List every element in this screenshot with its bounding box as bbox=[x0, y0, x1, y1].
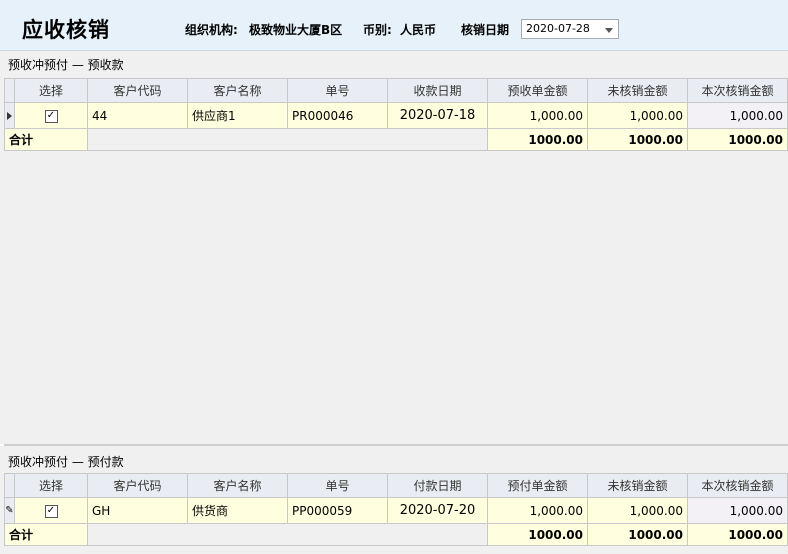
col-customer-code[interactable]: 客户代码 bbox=[87, 78, 188, 103]
total-label: 合计 bbox=[4, 128, 88, 151]
col-select[interactable]: 选择 bbox=[14, 78, 88, 103]
cell-date[interactable]: 2020-07-20 bbox=[387, 497, 488, 524]
receipts-panel: 预收冲预付 — 预收款 选择 客户代码 客户名称 单号 收款日期 预收单金额 未… bbox=[0, 51, 788, 444]
payments-panel: 预收冲预付 — 预付款 选择 客户代码 客户名称 单号 付款日期 预付单金额 未… bbox=[0, 446, 788, 554]
grid-header: 选择 客户代码 客户名称 单号 付款日期 预付单金额 未核销金额 本次核销金额 bbox=[4, 473, 788, 498]
cell-doc-no[interactable]: PR000046 bbox=[287, 102, 388, 129]
col-doc-no[interactable]: 单号 bbox=[287, 473, 388, 498]
cell-customer-code[interactable]: GH bbox=[87, 497, 188, 524]
total-current: 1000.00 bbox=[687, 128, 788, 151]
total-amount: 1000.00 bbox=[487, 128, 588, 151]
cell-current[interactable]: 1,000.00 bbox=[687, 102, 788, 129]
payments-grid: 选择 客户代码 客户名称 单号 付款日期 预付单金额 未核销金额 本次核销金额 … bbox=[4, 473, 788, 546]
total-row: 合计 1000.00 1000.00 1000.00 bbox=[4, 523, 788, 546]
writeoff-date-picker[interactable]: 2020-07-28 bbox=[521, 19, 619, 39]
chevron-down-icon[interactable] bbox=[605, 28, 613, 33]
cell-customer-name[interactable]: 供应商1 bbox=[187, 102, 288, 129]
col-select[interactable]: 选择 bbox=[14, 473, 88, 498]
date-label: 核销日期 bbox=[461, 23, 510, 37]
row-pointer-icon bbox=[4, 102, 15, 129]
table-row[interactable]: ✎ ✓ GH 供货商 PP000059 2020-07-20 1,000.00 … bbox=[4, 497, 788, 524]
header-bar: 应收核销 组织机构: 极致物业大厦B区 币别: 人民币 核销日期 2020-07… bbox=[0, 0, 788, 51]
col-customer-code[interactable]: 客户代码 bbox=[87, 473, 188, 498]
grid-header: 选择 客户代码 客户名称 单号 收款日期 预收单金额 未核销金额 本次核销金额 bbox=[4, 78, 788, 103]
col-current[interactable]: 本次核销金额 bbox=[687, 473, 788, 498]
col-unsettled[interactable]: 未核销金额 bbox=[587, 78, 688, 103]
cell-customer-code[interactable]: 44 bbox=[87, 102, 188, 129]
org-label: 组织机构: bbox=[185, 23, 238, 37]
edit-pencil-icon: ✎ bbox=[4, 497, 15, 524]
section-label-payments: 预收冲预付 — 预付款 bbox=[8, 455, 124, 469]
total-unsettled: 1000.00 bbox=[587, 523, 688, 546]
cell-amount[interactable]: 1,000.00 bbox=[487, 497, 588, 524]
cell-doc-no[interactable]: PP000059 bbox=[287, 497, 388, 524]
currency-label: 币别: bbox=[363, 23, 392, 37]
select-checkbox[interactable]: ✓ bbox=[14, 102, 88, 129]
total-current: 1000.00 bbox=[687, 523, 788, 546]
col-amount[interactable]: 预收单金额 bbox=[487, 78, 588, 103]
total-label: 合计 bbox=[4, 523, 88, 546]
org-value: 极致物业大厦B区 bbox=[249, 23, 343, 37]
col-unsettled[interactable]: 未核销金额 bbox=[587, 473, 688, 498]
currency-value: 人民币 bbox=[400, 23, 437, 37]
receipts-grid: 选择 客户代码 客户名称 单号 收款日期 预收单金额 未核销金额 本次核销金额 … bbox=[4, 78, 788, 151]
col-current[interactable]: 本次核销金额 bbox=[687, 78, 788, 103]
check-icon[interactable]: ✓ bbox=[44, 504, 58, 518]
total-row: 合计 1000.00 1000.00 1000.00 bbox=[4, 128, 788, 151]
cell-unsettled[interactable]: 1,000.00 bbox=[587, 102, 688, 129]
cell-current[interactable]: 1,000.00 bbox=[687, 497, 788, 524]
col-date[interactable]: 收款日期 bbox=[387, 78, 488, 103]
select-checkbox[interactable]: ✓ bbox=[14, 497, 88, 524]
total-amount: 1000.00 bbox=[487, 523, 588, 546]
cell-amount[interactable]: 1,000.00 bbox=[487, 102, 588, 129]
cell-date[interactable]: 2020-07-18 bbox=[387, 102, 488, 129]
check-icon[interactable]: ✓ bbox=[44, 109, 58, 123]
date-value: 2020-07-28 bbox=[526, 22, 590, 35]
col-customer-name[interactable]: 客户名称 bbox=[187, 473, 288, 498]
cell-customer-name[interactable]: 供货商 bbox=[187, 497, 288, 524]
section-label-receipts: 预收冲预付 — 预收款 bbox=[8, 58, 124, 72]
col-customer-name[interactable]: 客户名称 bbox=[187, 78, 288, 103]
col-date[interactable]: 付款日期 bbox=[387, 473, 488, 498]
col-amount[interactable]: 预付单金额 bbox=[487, 473, 588, 498]
cell-unsettled[interactable]: 1,000.00 bbox=[587, 497, 688, 524]
page-title: 应收核销 bbox=[22, 18, 110, 42]
table-row[interactable]: ✓ 44 供应商1 PR000046 2020-07-18 1,000.00 1… bbox=[4, 102, 788, 129]
col-doc-no[interactable]: 单号 bbox=[287, 78, 388, 103]
total-unsettled: 1000.00 bbox=[587, 128, 688, 151]
